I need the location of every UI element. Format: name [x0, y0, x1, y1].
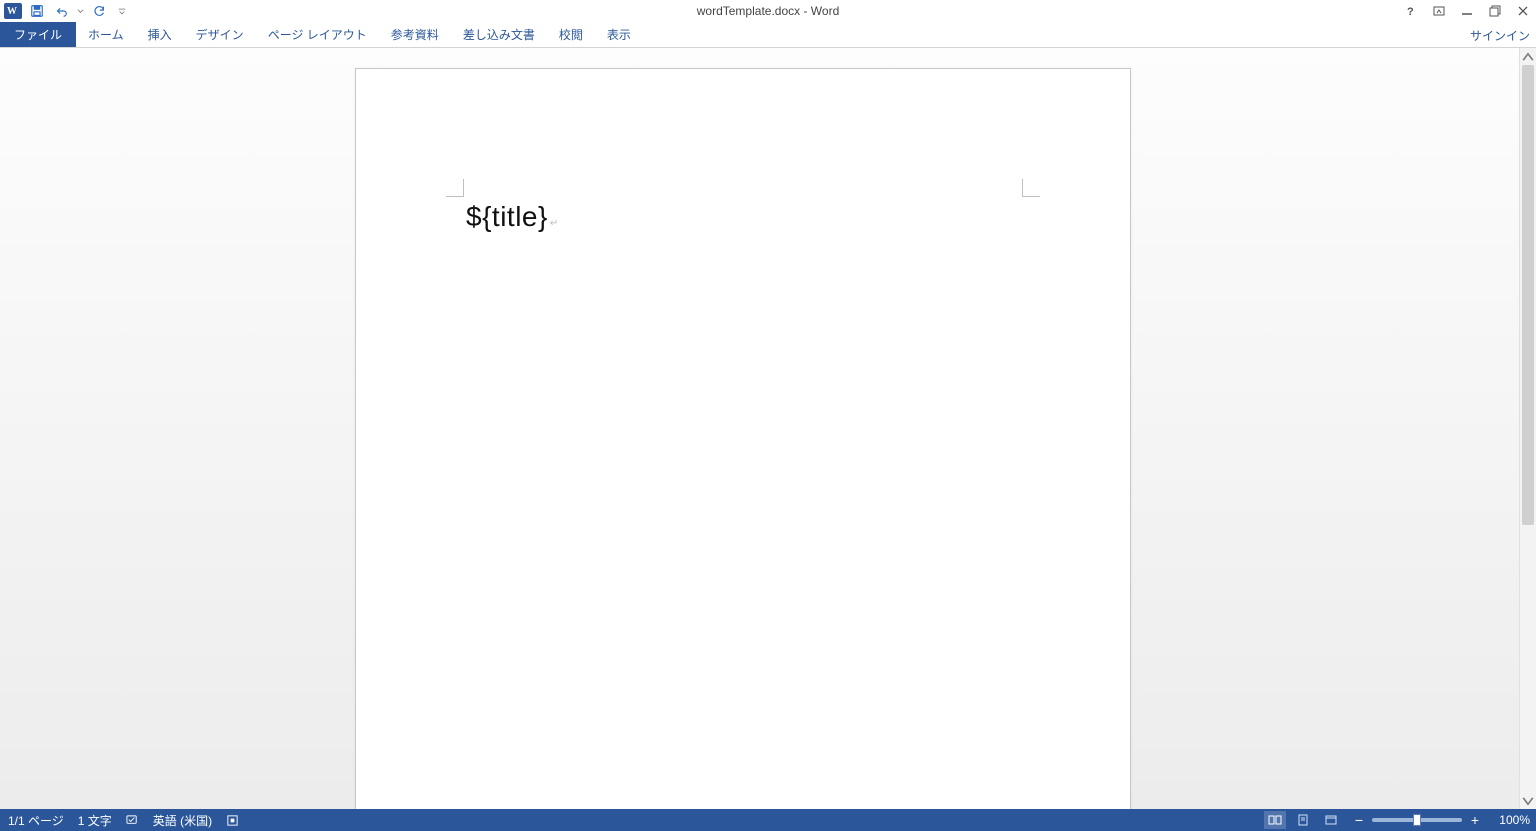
window-controls: ? — [1402, 0, 1532, 22]
document-text-line[interactable]: ${title} — [466, 201, 548, 232]
web-layout-view-button[interactable] — [1320, 811, 1342, 829]
page-number-status[interactable]: 1/1 ページ — [8, 812, 64, 829]
read-mode-view-button[interactable] — [1264, 811, 1286, 829]
window-title: wordTemplate.docx - Word — [0, 4, 1536, 18]
document-workspace: ${title}↵ — [0, 48, 1536, 809]
sign-in-link[interactable]: サインイン — [1470, 22, 1530, 48]
redo-button[interactable] — [90, 2, 108, 20]
scroll-thumb[interactable] — [1522, 65, 1534, 525]
title-bar: wordTemplate.docx - Word ? — [0, 0, 1536, 22]
help-button[interactable]: ? — [1402, 2, 1420, 20]
tab-page-layout[interactable]: ページ レイアウト — [256, 22, 379, 47]
language-label: 英語 (米国) — [153, 812, 212, 829]
minimize-button[interactable] — [1458, 2, 1476, 20]
zoom-control: − + 100% — [1352, 813, 1530, 827]
quick-access-toolbar — [0, 2, 126, 20]
zoom-in-button[interactable]: + — [1468, 813, 1482, 827]
margin-mark-top-left — [446, 179, 464, 197]
undo-button[interactable] — [52, 2, 70, 20]
close-button[interactable] — [1514, 2, 1532, 20]
word-app-icon — [4, 3, 22, 19]
macro-status[interactable] — [226, 814, 239, 827]
status-right-group: − + 100% — [1264, 809, 1530, 831]
ribbon-display-options-button[interactable] — [1430, 2, 1448, 20]
scroll-track[interactable] — [1520, 65, 1536, 792]
language-status[interactable]: 英語 (米国) — [153, 812, 212, 829]
qat-customize-icon[interactable] — [118, 2, 126, 20]
document-body[interactable]: ${title}↵ — [466, 201, 1020, 233]
tab-design[interactable]: デザイン — [184, 22, 256, 47]
status-bar: 1/1 ページ 1 文字 英語 (米国) − — [0, 809, 1536, 831]
tab-references[interactable]: 参考資料 — [379, 22, 451, 47]
page-number-label: 1/1 ページ — [8, 812, 64, 829]
tab-home[interactable]: ホーム — [76, 22, 136, 47]
paragraph-mark-icon: ↵ — [550, 218, 558, 229]
tab-view[interactable]: 表示 — [595, 22, 643, 47]
tab-file[interactable]: ファイル — [0, 22, 76, 47]
save-button[interactable] — [28, 2, 46, 20]
zoom-slider[interactable] — [1372, 818, 1462, 822]
maximize-restore-button[interactable] — [1486, 2, 1504, 20]
margin-mark-top-right — [1022, 179, 1040, 197]
tab-insert[interactable]: 挿入 — [136, 22, 184, 47]
svg-text:?: ? — [1407, 6, 1414, 17]
undo-dropdown-icon[interactable] — [76, 2, 84, 20]
macro-record-icon — [226, 814, 239, 827]
scroll-down-button[interactable] — [1520, 792, 1536, 809]
scroll-up-button[interactable] — [1520, 48, 1536, 65]
tab-review[interactable]: 校閲 — [547, 22, 595, 47]
spellcheck-icon — [126, 814, 139, 827]
zoom-slider-knob[interactable] — [1413, 814, 1421, 826]
vertical-scrollbar[interactable] — [1519, 48, 1536, 809]
print-layout-view-button[interactable] — [1292, 811, 1314, 829]
tab-mailings[interactable]: 差し込み文書 — [451, 22, 547, 47]
document-page[interactable]: ${title}↵ — [355, 68, 1131, 809]
zoom-percent-button[interactable]: 100% — [1488, 813, 1530, 827]
zoom-out-button[interactable]: − — [1352, 813, 1366, 827]
spellcheck-status[interactable] — [126, 814, 139, 827]
word-count-label: 1 文字 — [78, 812, 112, 829]
ribbon-tabs: ファイル ホーム 挿入 デザイン ページ レイアウト 参考資料 差し込み文書 校… — [0, 22, 1536, 48]
word-count-status[interactable]: 1 文字 — [78, 812, 112, 829]
